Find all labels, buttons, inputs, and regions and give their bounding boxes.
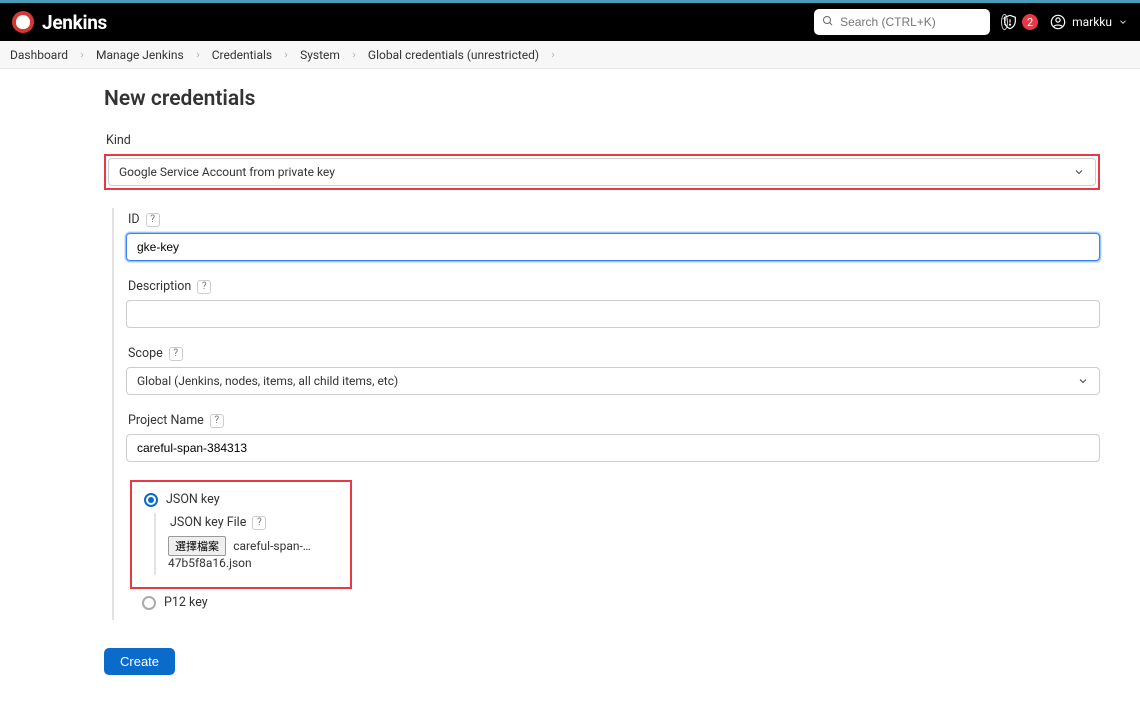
crumb-global[interactable]: Global credentials (unrestricted) — [368, 48, 539, 62]
username: markku — [1072, 15, 1112, 29]
breadcrumb: Dashboard Manage Jenkins Credentials Sys… — [0, 41, 1140, 69]
chevron-right-icon — [350, 51, 358, 59]
chevron-right-icon — [282, 51, 290, 59]
help-icon[interactable]: ? — [252, 516, 266, 530]
user-icon — [1050, 14, 1066, 30]
page-title: New credentials — [104, 87, 1100, 111]
crumb-manage[interactable]: Manage Jenkins — [96, 48, 184, 62]
json-key-label: JSON key — [166, 492, 220, 507]
p12-key-radio[interactable] — [142, 596, 156, 610]
chevron-down-icon — [1077, 375, 1089, 387]
chevron-right-icon — [194, 51, 202, 59]
kind-label: Kind — [106, 133, 1100, 148]
crumb-dashboard[interactable]: Dashboard — [10, 48, 68, 62]
id-input[interactable] — [126, 233, 1100, 261]
crumb-system[interactable]: System — [300, 48, 340, 62]
chevron-down-icon — [1073, 166, 1085, 178]
json-key-radio[interactable] — [144, 493, 158, 507]
search-box[interactable]: ? — [814, 9, 990, 35]
search-input[interactable] — [840, 15, 995, 29]
help-icon[interactable]: ? — [210, 414, 224, 428]
json-key-file-label: JSON key File — [170, 515, 246, 530]
p12-key-label: P12 key — [164, 595, 208, 610]
help-icon[interactable]: ? — [169, 347, 183, 361]
shield-icon — [1002, 13, 1018, 31]
description-label: Description — [128, 279, 191, 294]
create-button[interactable]: Create — [104, 648, 175, 675]
crumb-credentials[interactable]: Credentials — [212, 48, 272, 62]
kind-select[interactable]: Google Service Account from private key — [108, 158, 1096, 186]
user-menu[interactable]: markku — [1050, 14, 1128, 30]
choose-file-button[interactable]: 選擇檔案 — [168, 536, 226, 556]
p12-key-radio-row[interactable]: P12 key — [142, 595, 1100, 610]
scope-select[interactable]: Global (Jenkins, nodes, items, all child… — [126, 367, 1100, 395]
search-icon — [822, 15, 834, 30]
project-name-label: Project Name — [128, 413, 204, 428]
alert-count-badge: 2 — [1022, 14, 1038, 30]
json-key-highlight: JSON key JSON key File ? 選擇檔案 careful-sp… — [130, 480, 352, 589]
jenkins-logo-icon — [12, 11, 34, 33]
id-label: ID — [128, 212, 140, 227]
chevron-right-icon — [78, 51, 86, 59]
chevron-right-icon — [549, 51, 557, 59]
security-alerts[interactable]: 2 — [1002, 13, 1038, 31]
help-icon[interactable]: ? — [197, 280, 211, 294]
kind-value: Google Service Account from private key — [119, 165, 335, 179]
kind-highlight: Google Service Account from private key — [104, 154, 1100, 190]
topbar: Jenkins ? 2 markku — [0, 3, 1140, 41]
description-input[interactable] — [126, 300, 1100, 328]
project-name-input[interactable] — [126, 434, 1100, 462]
help-icon[interactable]: ? — [146, 213, 160, 227]
chevron-down-icon — [1118, 17, 1128, 27]
scope-value: Global (Jenkins, nodes, items, all child… — [137, 374, 398, 388]
product-name: Jenkins — [42, 11, 107, 34]
brand[interactable]: Jenkins — [12, 11, 107, 34]
json-key-radio-row[interactable]: JSON key — [144, 492, 340, 507]
scope-label: Scope — [128, 346, 163, 361]
